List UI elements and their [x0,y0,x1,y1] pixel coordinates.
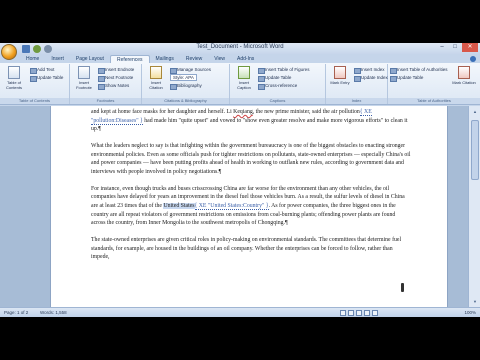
scroll-thumb[interactable] [471,120,479,180]
group-label: Table of Authorities [388,98,480,104]
insert-table-of-figures-button[interactable]: Insert Table of Figures [258,67,309,74]
group-table-of-contents: Table of Contents Add Text Update Table … [0,64,70,104]
mark-citation-icon [458,66,470,79]
show-notes-button[interactable]: Show Notes [98,83,129,90]
paragraph[interactable]: What the leaders neglect to say is that … [91,142,411,176]
help-icon[interactable] [470,56,476,62]
group-label: Footnotes [70,98,141,104]
mouse-cursor-icon [401,283,404,292]
manage-sources-button[interactable]: Manage Sources [170,67,211,74]
zoom-level[interactable]: 100% [464,308,476,317]
citation-icon [150,66,162,79]
tab-home[interactable]: Home [20,55,45,63]
group-captions: Insert Caption Insert Table of Figures U… [230,64,326,104]
next-footnote-button[interactable]: Next Footnote [98,75,133,82]
citation-style-select[interactable]: Style: APA [170,74,197,81]
window-title: Test_Document - Microsoft Word [196,44,284,50]
tab-insert[interactable]: Insert [45,55,70,63]
tab-add-ins[interactable]: Add-Ins [231,55,260,63]
web-layout-icon[interactable] [356,310,362,316]
undo-icon[interactable] [33,45,41,53]
quick-access-toolbar [22,45,52,53]
scroll-up-icon[interactable]: ▲ [471,108,479,115]
mark-entry-button[interactable]: Mark Entry [328,66,352,85]
title-bar: Test_Document - Microsoft Word – □ ✕ [0,43,480,55]
update-index-button[interactable]: Update Index [354,75,388,82]
outline-icon[interactable] [364,310,370,316]
view-buttons [340,310,378,316]
insert-index-button[interactable]: Insert Index [354,67,385,74]
ribbon-tabs: Home Insert Page Layout References Maili… [20,55,260,63]
draft-icon[interactable] [372,310,378,316]
insert-endnote-button[interactable]: Insert Endnote [98,67,134,74]
insert-footnote-button[interactable]: Insert Footnote [72,66,96,90]
insert-citation-button[interactable]: Insert Citation [144,66,168,90]
table-of-contents-icon [8,66,20,79]
maximize-button[interactable]: □ [449,43,461,52]
cross-reference-button[interactable]: Cross-reference [258,83,297,90]
tab-mailings[interactable]: Mailings [150,55,180,63]
mark-entry-icon [334,66,346,79]
status-bar: Page: 1 of 2 Words: 1,558 100% [0,307,480,317]
footnote-icon [78,66,90,79]
paragraph[interactable]: The state-owned enterprises are given cr… [91,236,411,262]
caption-icon [238,66,250,79]
ribbon: Table of Contents Add Text Update Table … [0,63,480,105]
print-layout-icon[interactable] [340,310,346,316]
save-icon[interactable] [22,45,30,53]
table-of-contents-button[interactable]: Table of Contents [2,66,26,90]
redo-icon[interactable] [44,45,52,53]
full-screen-reading-icon[interactable] [348,310,354,316]
insert-caption-button[interactable]: Insert Caption [232,66,256,90]
update-authorities-table-button[interactable]: Update Table [390,75,423,82]
group-label: Index [326,98,387,104]
update-table-button[interactable]: Update Table [30,75,63,82]
paragraph[interactable]: and kept at home face masks for her daug… [91,108,411,134]
tab-page-layout[interactable]: Page Layout [70,55,110,63]
close-button[interactable]: ✕ [462,43,478,52]
minimize-button[interactable]: – [436,43,448,52]
window-controls: – □ ✕ [436,43,478,52]
office-button[interactable] [1,44,17,60]
index-entry-field[interactable]: { XE "United States:Country" } [194,203,269,211]
bibliography-button[interactable]: Bibliography [170,83,202,90]
word-window: Test_Document - Microsoft Word – □ ✕ Hom… [0,43,480,317]
tab-references[interactable]: References [109,55,150,63]
paragraph[interactable]: For instance, even though trucks and bus… [91,185,411,228]
add-text-button[interactable]: Add Text [30,67,54,74]
page-count[interactable]: Page: 1 of 2 [4,308,28,317]
group-label: Captions [230,98,325,104]
vertical-scrollbar[interactable]: ▲ ▼ [468,106,480,307]
group-citations: Insert Citation Manage Sources Style: AP… [142,64,230,104]
group-table-of-authorities: Mark Citation Insert Table of Authoritie… [388,64,480,104]
insert-table-of-authorities-button[interactable]: Insert Table of Authorities [390,67,447,74]
tab-view[interactable]: View [208,55,231,63]
selected-text[interactable]: United States [163,203,195,210]
group-label: Table of Contents [0,98,69,104]
group-footnotes: Insert Footnote Insert Endnote Next Foot… [70,64,142,104]
document-body[interactable]: and kept at home face masks for her daug… [91,108,411,270]
group-index: Mark Entry Insert Index Update Index Ind… [326,64,388,104]
name-keqiang: Keqiang [233,109,253,115]
update-figures-table-button[interactable]: Update Table [258,75,291,82]
tab-review[interactable]: Review [180,55,208,63]
word-count[interactable]: Words: 1,558 [40,308,67,317]
scroll-down-icon[interactable]: ▼ [471,298,479,305]
document-page[interactable]: and kept at home face masks for her daug… [50,106,448,307]
group-label: Citations & Bibliography [142,98,229,104]
mark-citation-button[interactable]: Mark Citation [452,66,476,85]
